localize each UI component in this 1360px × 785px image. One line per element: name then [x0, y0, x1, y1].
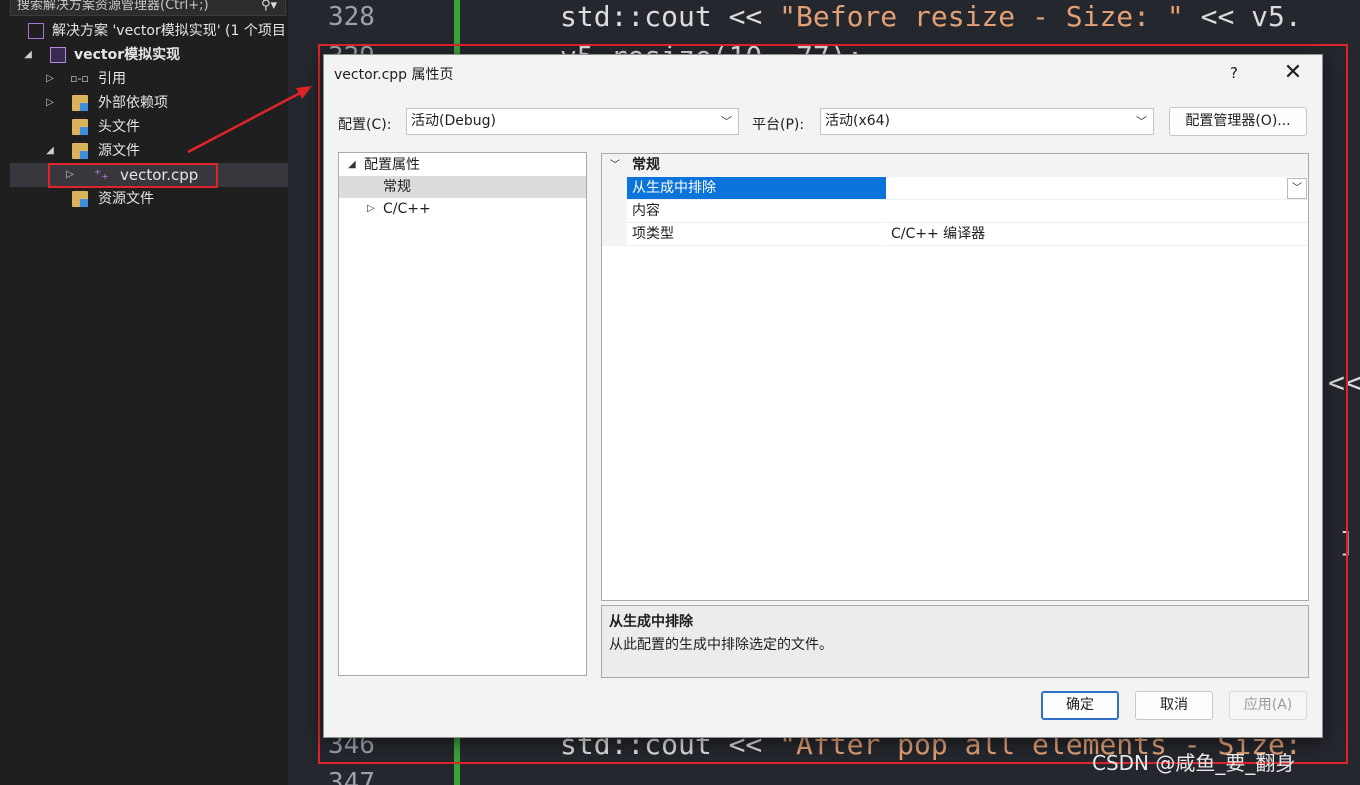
expanded-arrow-icon[interactable]: ◢ — [348, 154, 356, 176]
property-name: 内容 — [627, 200, 886, 223]
help-button[interactable]: ? — [1220, 61, 1248, 85]
property-pages-dialog: vector.cpp 属性页 ? ✕ 配置(C): 活动(Debug) ﹀ 平台… — [323, 54, 1323, 738]
solution-icon — [28, 23, 44, 39]
solution-search-input[interactable]: 搜索解决方案资源管理器(Ctrl+;) ⚲▾ — [10, 0, 286, 16]
apply-button[interactable]: 应用(A) — [1229, 691, 1307, 720]
expanded-arrow-icon[interactable]: ◢ — [22, 43, 34, 67]
references-icon: ▫-▫ — [70, 72, 89, 85]
dialog-title: vector.cpp 属性页 — [334, 67, 454, 83]
project-icon — [50, 47, 66, 63]
tree-item-source-files[interactable]: ◢ 源文件 — [10, 139, 288, 163]
configuration-label: 配置(C): — [338, 117, 392, 133]
filter-folder-icon — [72, 191, 88, 207]
close-button[interactable]: ✕ — [1278, 59, 1308, 87]
collapsed-arrow-icon[interactable]: ▷ — [44, 67, 56, 91]
solution-explorer: 搜索解决方案资源管理器(Ctrl+;) ⚲▾ 解决方案 'vector模拟实现'… — [0, 0, 288, 785]
ok-button[interactable]: 确定 — [1041, 691, 1119, 720]
annotation-highlight-box — [48, 163, 218, 188]
platform-label: 平台(P): — [752, 117, 805, 133]
tree-item-external-dependencies[interactable]: ▷ 外部依赖项 — [10, 91, 288, 115]
tree-item-project[interactable]: ◢ vector模拟实现 — [10, 43, 288, 67]
cancel-button[interactable]: 取消 — [1135, 691, 1213, 720]
description-title: 从生成中排除 — [609, 614, 693, 630]
chevron-down-icon[interactable]: ﹀ — [1287, 178, 1307, 199]
tree-item-resource-files[interactable]: 资源文件 — [10, 187, 288, 211]
property-row-exclude-from-build[interactable]: 从生成中排除 ﹀ — [602, 177, 1308, 200]
tree-item-configuration-properties[interactable]: ◢ 配置属性 — [339, 154, 586, 176]
property-row-content[interactable]: 内容 — [602, 200, 1308, 223]
configuration-properties-tree: ◢ 配置属性 常规 ▷ C/C++ — [338, 152, 587, 676]
property-value[interactable]: C/C++ 编译器 — [887, 223, 1308, 246]
line-number: 328 — [328, 2, 375, 32]
property-value[interactable] — [887, 177, 1308, 200]
filter-folder-icon — [72, 143, 88, 159]
property-description-panel: 从生成中排除 从此配置的生成中排除选定的文件。 — [601, 605, 1309, 678]
property-name: 从生成中排除 — [627, 177, 886, 200]
property-grid: ﹀ 常规 从生成中排除 ﹀ 内容 项类型 C/C++ 编译器 — [601, 153, 1309, 601]
chevron-down-icon: ﹀ — [1136, 115, 1147, 128]
property-row-item-type[interactable]: 项类型 C/C++ 编译器 — [602, 223, 1308, 246]
search-icon[interactable]: ⚲▾ — [261, 0, 277, 15]
property-name: 项类型 — [627, 223, 886, 246]
configuration-select[interactable]: 活动(Debug) ﹀ — [406, 108, 739, 135]
collapsed-arrow-icon[interactable]: ▷ — [367, 198, 375, 220]
tree-item-general[interactable]: 常规 — [339, 176, 586, 198]
filter-folder-icon — [72, 119, 88, 135]
chevron-down-icon: ﹀ — [721, 115, 732, 128]
tree-item-references[interactable]: ▷ ▫-▫ 引用 — [10, 67, 288, 91]
tree-item-cpp[interactable]: ▷ C/C++ — [339, 198, 586, 220]
description-text: 从此配置的生成中排除选定的文件。 — [609, 637, 833, 653]
folder-icon — [72, 95, 88, 111]
configuration-manager-button[interactable]: 配置管理器(O)... — [1169, 107, 1307, 136]
property-category-general[interactable]: ﹀ 常规 — [602, 154, 1308, 177]
collapsed-arrow-icon[interactable]: ▷ — [44, 91, 56, 115]
tree-item-solution[interactable]: 解决方案 'vector模拟实现' (1 个项目 — [10, 19, 288, 43]
property-value[interactable] — [887, 200, 1308, 223]
code-line[interactable]: std::cout << "Before resize - Size: " <<… — [560, 0, 1302, 33]
tree-item-header-files[interactable]: 头文件 — [10, 115, 288, 139]
platform-select[interactable]: 活动(x64) ﹀ — [820, 108, 1154, 135]
chevron-down-icon[interactable]: ﹀ — [610, 154, 620, 177]
expanded-arrow-icon[interactable]: ◢ — [44, 139, 56, 163]
watermark: CSDN @咸鱼_要_翻身 — [1092, 751, 1296, 775]
line-number: 347 — [328, 768, 375, 785]
